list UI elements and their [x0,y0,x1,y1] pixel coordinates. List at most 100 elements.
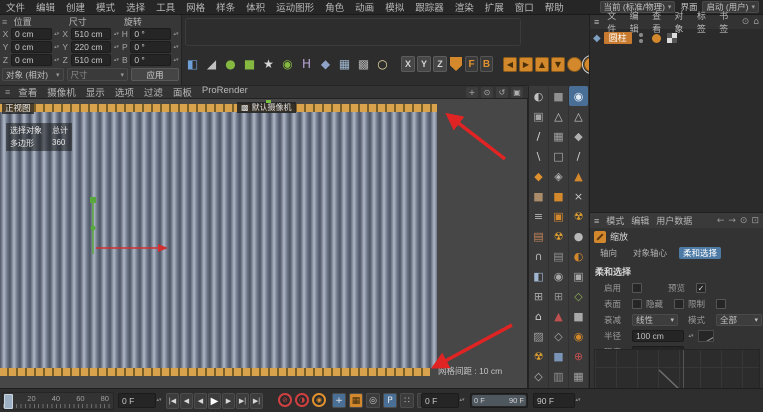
object-manager-menu-item[interactable]: 查看 [652,9,666,35]
transport-button[interactable]: ◀ [194,393,207,409]
transport-button[interactable]: |◀ [166,393,179,409]
palette-icon[interactable]: ◇ [549,326,568,346]
orange-round-button[interactable] [567,57,582,72]
enable-checkbox[interactable] [632,283,642,293]
toolbar-icon[interactable]: H [298,54,315,74]
object-mode-dropdown[interactable]: 对象 (相对)▾ [2,68,64,81]
axis-gizmo[interactable] [90,197,168,254]
object-name[interactable]: 圆柱 [604,32,632,44]
palette-icon[interactable]: △ [569,106,588,126]
object-manager-menu-item[interactable]: 对象 [674,9,688,35]
restrict-checkbox[interactable] [716,299,726,309]
palette-icon[interactable]: ◈ [549,166,568,186]
menu-item[interactable]: 运动图形 [276,0,314,14]
uvw-tag[interactable] [667,33,677,43]
viewport[interactable]: 正视图 ▩ 默认摄像机 选择对象 总计 多边形 360 网格间距 : 10 cm [0,99,528,388]
palette-icon[interactable]: ▥ [549,366,568,386]
palette-icon[interactable]: ▣ [569,266,588,286]
palette-icon[interactable]: ◐ [529,86,548,106]
current-frame-field[interactable]: 0 F [118,393,156,408]
stepper[interactable]: ▴▾ [113,32,119,37]
viewport-menu-item[interactable]: 显示 [86,85,105,99]
toolbar-icon[interactable]: ★ [260,54,277,74]
palette-icon[interactable]: △ [549,106,568,126]
record-button[interactable]: ⊘ [278,393,292,407]
record-button[interactable]: ◉ [312,393,326,407]
palette-icon[interactable]: ≡ [529,206,548,226]
palette-icon[interactable]: ▲ [569,166,588,186]
palette-icon[interactable]: ■ [549,346,568,366]
panel-menu-icon[interactable]: ≡ [594,17,599,27]
palette-icon[interactable]: ☢ [529,346,548,366]
palette-icon[interactable]: × [569,186,588,206]
menu-item[interactable]: 扩展 [485,0,504,14]
attribute-menu-item[interactable]: 模式 [606,214,624,227]
stepper[interactable]: ▴▾ [113,58,119,63]
range-end-field[interactable]: 90 F [533,393,575,408]
viewport-menu-item[interactable]: 查看 [18,85,37,99]
viewport-menu-item[interactable]: ProRender [202,85,248,99]
radius-field[interactable]: 100 cm [632,330,684,342]
polygon-selection-tag[interactable] [652,34,661,43]
menu-item[interactable]: 编辑 [36,0,55,14]
keying-toggle[interactable]: ▦ [349,393,363,408]
palette-icon[interactable]: ▣ [549,206,568,226]
toolbar-icon[interactable]: ■ [241,54,258,74]
viewport-menu-item[interactable]: 摄像机 [47,85,76,99]
attribute-tab[interactable]: 对象轴心 [629,247,671,259]
preview-checkbox[interactable]: ✓ [696,283,706,293]
palette-icon[interactable]: ◆ [529,166,548,186]
menu-item[interactable]: 样条 [216,0,235,14]
menu-item[interactable]: 渲染 [455,0,474,14]
stepper[interactable]: ▴▾ [113,45,119,50]
apply-button[interactable]: 应用 [131,68,179,81]
palette-icon[interactable]: ◇ [569,286,588,306]
stepper[interactable]: ▴▾ [459,398,465,403]
palette-icon[interactable]: ◐ [569,246,588,266]
arrow-button[interactable]: ◀ [503,57,517,72]
stepper[interactable]: ▴▾ [688,334,694,339]
surface-checkbox[interactable] [632,299,642,309]
range-start-field[interactable]: 0 F [421,393,459,408]
stepper[interactable]: ▴▾ [156,398,162,403]
preview-range-slider[interactable]: 0 F 90 F [470,393,528,408]
palette-icon[interactable]: □ [549,146,568,166]
panel-menu-icon[interactable]: ≡ [594,216,599,226]
transport-button[interactable]: ▶| [250,393,263,409]
view-control-icon[interactable]: ↺ [496,87,508,98]
toolbar-icon[interactable]: ◧ [184,54,201,74]
toolbar-icon[interactable]: ○ [374,54,391,74]
palette-icon[interactable]: ◆ [569,126,588,146]
size-mode-dropdown[interactable]: 尺寸▾ [67,68,129,81]
falloff-curve-thumbnail[interactable] [698,330,714,342]
viewport-menu-item[interactable]: 选项 [115,85,134,99]
palette-icon[interactable]: ☢ [549,226,568,246]
history-nav-icon[interactable]: ⊙ [740,216,748,226]
palette-icon[interactable]: ▣ [529,106,548,126]
palette-icon[interactable]: ▤ [549,246,568,266]
shield-icon[interactable] [450,57,462,71]
palette-icon[interactable]: ■ [549,86,568,106]
palette-icon[interactable]: ■ [529,186,548,206]
arrow-button[interactable]: ▶ [519,57,533,72]
palette-icon[interactable]: ▨ [529,326,548,346]
axis-lock-button[interactable]: Y [417,56,431,72]
arrow-button[interactable]: ▲ [535,57,549,72]
menu-item[interactable]: 角色 [325,0,344,14]
menu-item[interactable]: 工具 [156,0,175,14]
attribute-menu-item[interactable]: 用户数据 [656,214,692,227]
view-control-icon[interactable]: ▣ [511,87,523,98]
palette-icon[interactable]: ◇ [529,366,548,386]
viewport-menu-icon[interactable]: ≡ [5,87,10,97]
search-icon[interactable]: ⊙ [742,17,750,27]
attribute-menu-item[interactable]: 编辑 [631,214,649,227]
view-control-icon[interactable]: + [466,87,478,98]
palette-icon[interactable]: ◧ [529,266,548,286]
keying-toggle[interactable]: ∷ [400,393,414,408]
view-control-icon[interactable]: ⊙ [481,87,493,98]
palette-icon[interactable]: ▤ [529,226,548,246]
size-field[interactable]: 510 cm [71,54,112,66]
toolbar-icon[interactable]: ▦ [336,54,353,74]
object-manager-menu-item[interactable]: 标签 [697,9,711,35]
visibility-dots[interactable] [639,33,643,43]
